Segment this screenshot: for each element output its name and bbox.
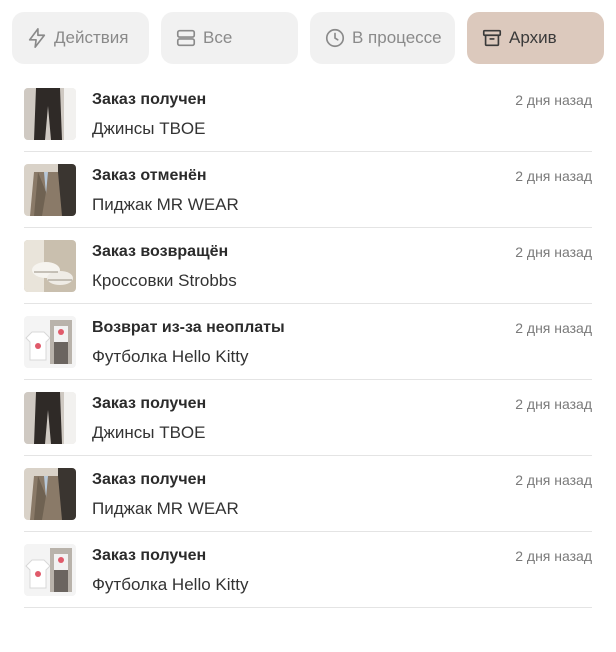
order-item-name: Пиджак MR WEAR: [92, 195, 239, 214]
filter-label: В процессе: [352, 28, 442, 47]
order-time: 2 дня назад: [515, 92, 592, 108]
filter-actions-button[interactable]: Действия: [12, 12, 149, 64]
order-time: 2 дня назад: [515, 168, 592, 184]
order-time: 2 дня назад: [515, 548, 592, 564]
order-item-name: Джинсы TBOE: [92, 423, 206, 442]
sneakers-photo: [24, 240, 76, 292]
lightning-icon: [26, 27, 48, 49]
blazer-photo: [24, 468, 76, 520]
tshirt-photo: [24, 316, 76, 368]
clock-icon: [324, 27, 346, 49]
order-item-name: Футболка Hello Kitty: [92, 575, 249, 594]
order-status: Возврат из-за неоплаты: [92, 319, 285, 336]
order-item-name: Кроссовки Strobbs: [92, 271, 237, 290]
filter-archive-button[interactable]: Архив: [467, 12, 604, 64]
archive-icon: [481, 27, 503, 49]
order-time: 2 дня назад: [515, 244, 592, 260]
blazer-photo: [24, 164, 76, 216]
order-status: Заказ возвращён: [92, 243, 229, 260]
order-row[interactable]: Заказ получен Футболка Hello Kitty 2 дня…: [24, 532, 592, 608]
filter-label: Архив: [509, 28, 557, 47]
order-row[interactable]: Возврат из-за неоплаты Футболка Hello Ki…: [24, 304, 592, 380]
order-time: 2 дня назад: [515, 472, 592, 488]
list-icon: [175, 27, 197, 49]
order-time: 2 дня назад: [515, 320, 592, 336]
order-status: Заказ отменён: [92, 167, 207, 184]
order-row[interactable]: Заказ получен Пиджак MR WEAR 2 дня назад: [24, 456, 592, 532]
order-list: Заказ получен Джинсы TBOE 2 дня назад За…: [24, 76, 592, 608]
filter-label: Действия: [54, 28, 129, 47]
jeans-photo: [24, 392, 76, 444]
filter-label: Все: [203, 28, 233, 47]
order-row[interactable]: Заказ получен Джинсы TBOE 2 дня назад: [24, 76, 592, 152]
order-item-name: Футболка Hello Kitty: [92, 347, 249, 366]
filter-in-progress-button[interactable]: В процессе: [310, 12, 455, 64]
filter-all-button[interactable]: Все: [161, 12, 298, 64]
order-item-name: Пиджак MR WEAR: [92, 499, 239, 518]
filter-tabs: Действия Все В процессе Архив: [12, 12, 604, 64]
order-item-name: Джинсы TBOE: [92, 119, 206, 138]
order-status: Заказ получен: [92, 395, 207, 412]
order-status: Заказ получен: [92, 91, 207, 108]
jeans-photo: [24, 88, 76, 140]
order-row[interactable]: Заказ отменён Пиджак MR WEAR 2 дня назад: [24, 152, 592, 228]
order-status: Заказ получен: [92, 547, 207, 564]
order-time: 2 дня назад: [515, 396, 592, 412]
order-row[interactable]: Заказ получен Джинсы TBOE 2 дня назад: [24, 380, 592, 456]
tshirt-photo: [24, 544, 76, 596]
order-status: Заказ получен: [92, 471, 207, 488]
order-row[interactable]: Заказ возвращён Кроссовки Strobbs 2 дня …: [24, 228, 592, 304]
